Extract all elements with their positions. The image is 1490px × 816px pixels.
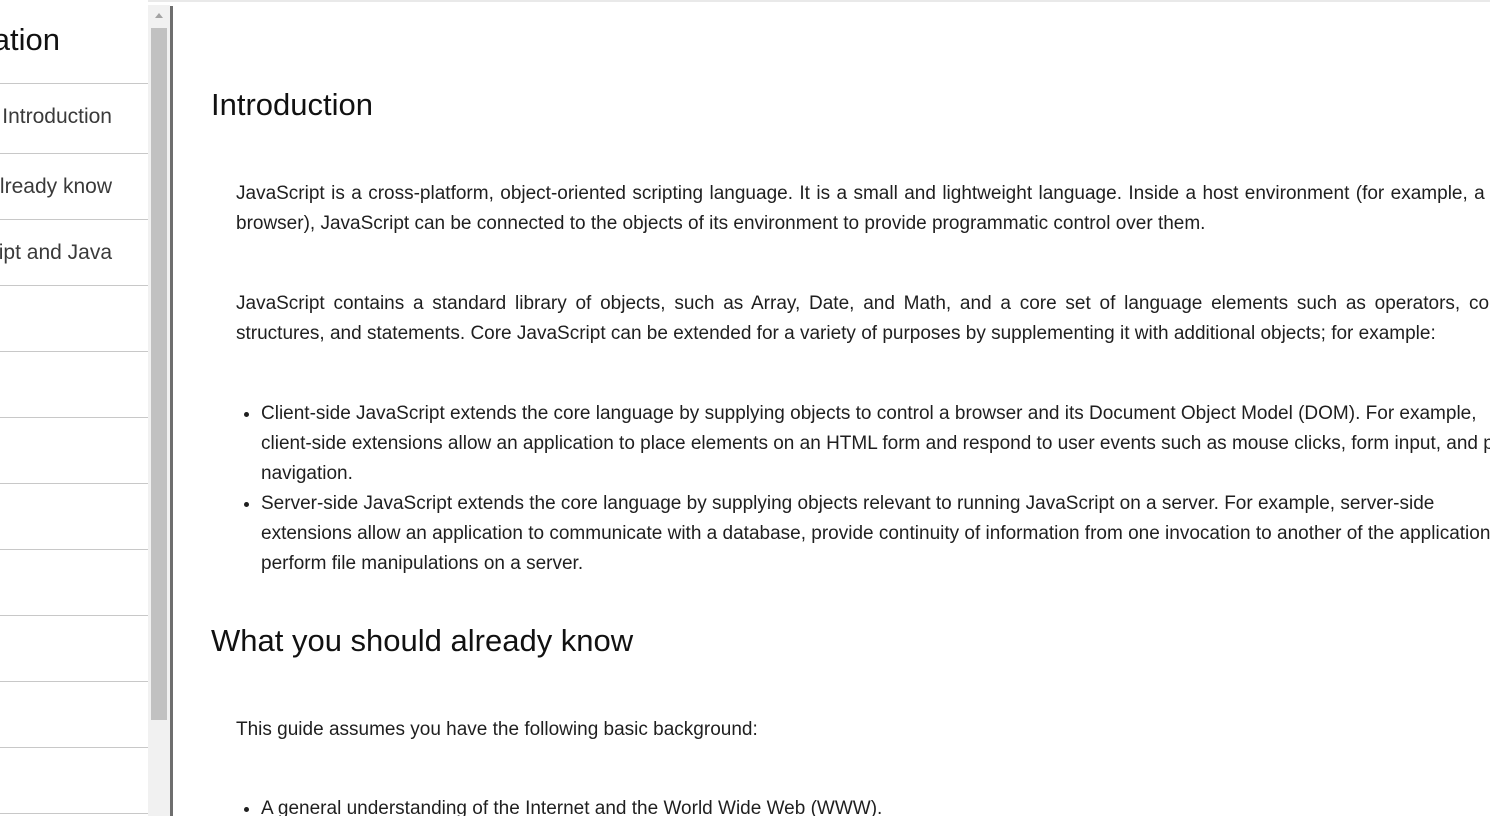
sidebar-item-11[interactable]	[0, 748, 148, 814]
main-content: Introduction JavaScript is a cross-platf…	[173, 0, 1490, 816]
sidebar-item-4[interactable]	[0, 286, 148, 352]
paragraph: JavaScript contains a standard library o…	[236, 293, 1490, 344]
paragraph: This guide assumes you have the followin…	[236, 719, 758, 740]
list-item: Client-side JavaScript extends the core …	[261, 399, 1490, 489]
nav-list: Introduction What you should already kno…	[0, 84, 148, 814]
sidebar-header: JavaScript Documentation	[0, 0, 148, 84]
section-heading-what-you-should-already-know: What you should already know	[211, 623, 634, 658]
sidebar-item-10[interactable]	[0, 682, 148, 748]
sidebar-item-5[interactable]	[0, 352, 148, 418]
sidebar-item-what-you-should-already-know[interactable]: What you should already know	[0, 154, 148, 220]
sidebar-item-javascript-and-java[interactable]: JavaScript and Java	[0, 220, 148, 286]
paragraph: JavaScript is a cross-platform, object-o…	[236, 183, 1490, 234]
section-heading-introduction: Introduction	[211, 87, 373, 122]
sidebar-item-8[interactable]	[0, 550, 148, 616]
sidebar-scrollbar[interactable]	[148, 5, 170, 816]
sidebar-item-6[interactable]	[0, 418, 148, 484]
sidebar-item-label: What you should already know	[0, 175, 112, 198]
sidebar-item-7[interactable]	[0, 484, 148, 550]
scroll-up-arrow-icon[interactable]	[148, 5, 170, 25]
list-item: Server-side JavaScript extends the core …	[261, 489, 1490, 579]
sidebar-item-9[interactable]	[0, 616, 148, 682]
sidebar-item-label: JavaScript and Java	[0, 241, 112, 264]
bullet-list: Client-side JavaScript extends the core …	[236, 399, 1490, 579]
sidebar-item-introduction[interactable]: Introduction	[0, 84, 148, 154]
sidebar-title: JavaScript Documentation	[0, 22, 60, 57]
scroll-thumb[interactable]	[151, 28, 167, 720]
list-item: A general understanding of the Internet …	[261, 794, 1490, 816]
sidebar-item-label: Introduction	[2, 105, 112, 128]
sidebar-nav: JavaScript Documentation Introduction Wh…	[0, 0, 148, 816]
bullet-list: A general understanding of the Internet …	[236, 794, 1490, 816]
